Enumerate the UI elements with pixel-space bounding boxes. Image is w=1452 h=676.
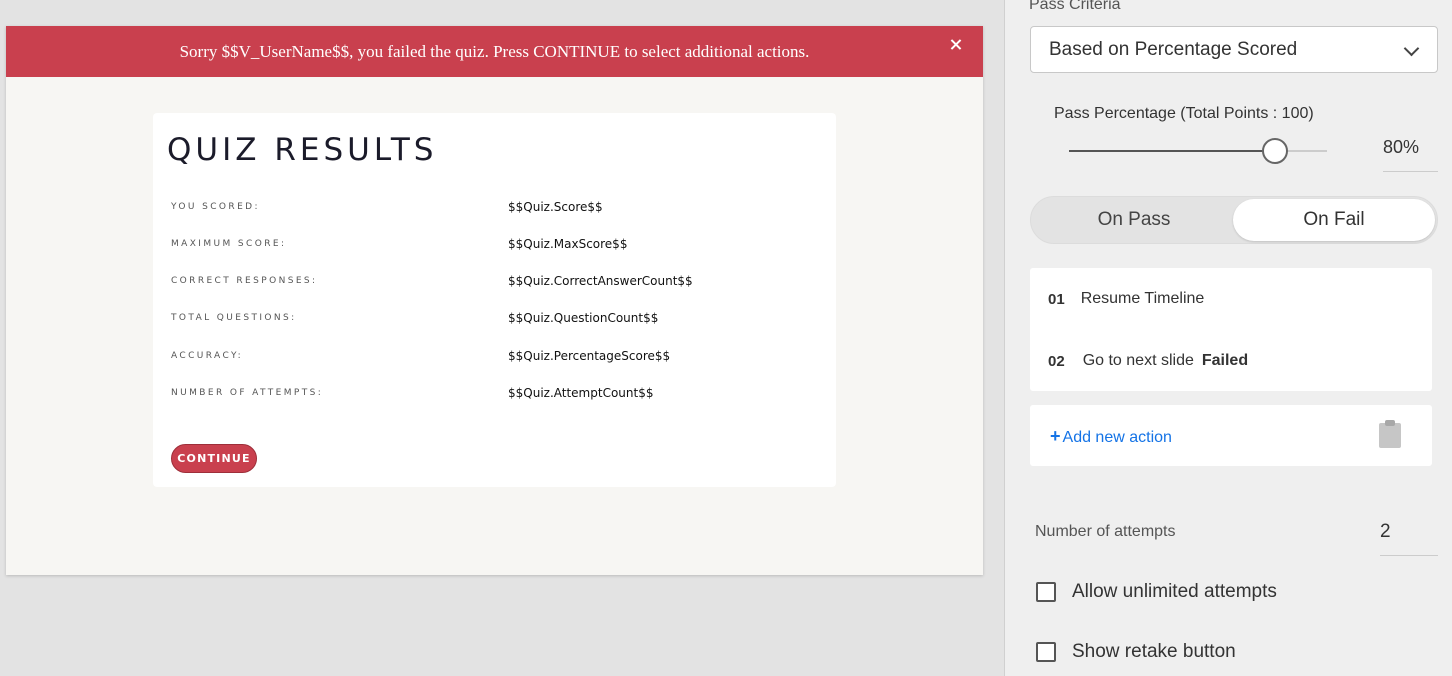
action-item-resume-timeline[interactable]: 01 Resume Timeline <box>1048 290 1204 308</box>
row-label: CORRECT RESPONSES: <box>171 276 318 286</box>
close-icon[interactable] <box>949 38 963 52</box>
row-label: YOU SCORED: <box>171 202 260 212</box>
unlimited-attempts-label: Allow unlimited attempts <box>1072 581 1277 602</box>
attempts-underline <box>1380 555 1438 556</box>
result-row-max-score: MAXIMUM SCORE: $$Quiz.MaxScore$$ <box>171 234 811 254</box>
pass-percentage-slider[interactable] <box>1069 138 1327 164</box>
pass-percentage-label: Pass Percentage (Total Points : 100) <box>1054 105 1314 122</box>
add-new-action-label: Add new action <box>1062 429 1172 446</box>
retake-button-checkbox[interactable] <box>1036 642 1056 662</box>
result-row-accuracy: ACCURACY: $$Quiz.PercentageScore$$ <box>171 346 811 366</box>
result-row-attempts: NUMBER OF ATTEMPTS: $$Quiz.AttemptCount$… <box>171 383 811 403</box>
row-label: ACCURACY: <box>171 351 244 361</box>
row-label: MAXIMUM SCORE: <box>171 239 287 249</box>
action-text: Go to next slide <box>1082 352 1194 369</box>
row-value: $$Quiz.QuestionCount$$ <box>508 311 659 325</box>
tab-on-fail[interactable]: On Fail <box>1233 199 1435 241</box>
chevron-down-icon <box>1403 40 1420 57</box>
pass-fail-toggle: On Pass On Fail <box>1030 196 1438 244</box>
action-number: 02 <box>1048 352 1065 370</box>
action-text: Resume Timeline <box>1080 290 1205 307</box>
unlimited-attempts-option[interactable]: Allow unlimited attempts <box>1036 581 1277 603</box>
slide-preview: Sorry $$V_UserName$$, you failed the qui… <box>6 26 983 575</box>
attempts-input[interactable]: 2 <box>1380 521 1391 543</box>
clipboard-icon[interactable] <box>1379 420 1401 448</box>
row-value: $$Quiz.Score$$ <box>508 200 603 214</box>
pass-criteria-label: Pass Criteria <box>1029 0 1121 13</box>
attempts-label: Number of attempts <box>1035 523 1176 540</box>
row-value: $$Quiz.CorrectAnswerCount$$ <box>508 274 693 288</box>
quiz-results-card: QUIZ RESULTS YOU SCORED: $$Quiz.Score$$ … <box>153 113 836 487</box>
row-value: $$Quiz.PercentageScore$$ <box>508 349 671 363</box>
row-label: TOTAL QUESTIONS: <box>171 313 297 323</box>
slider-thumb[interactable] <box>1262 138 1288 164</box>
row-value: $$Quiz.AttemptCount$$ <box>508 386 654 400</box>
continue-button[interactable]: CONTINUE <box>171 444 257 473</box>
fail-banner-text: Sorry $$V_UserName$$, you failed the qui… <box>179 41 810 61</box>
pass-criteria-select[interactable]: Based on Percentage Scored <box>1030 26 1438 73</box>
unlimited-attempts-checkbox[interactable] <box>1036 582 1056 602</box>
row-label: NUMBER OF ATTEMPTS: <box>171 388 324 398</box>
pass-percentage-underline <box>1383 171 1438 172</box>
result-row-score: YOU SCORED: $$Quiz.Score$$ <box>171 197 811 217</box>
result-row-total-questions: TOTAL QUESTIONS: $$Quiz.QuestionCount$$ <box>171 308 811 328</box>
add-new-action-button[interactable]: + Add new action <box>1050 426 1172 447</box>
quiz-properties-panel: Pass Criteria Based on Percentage Scored… <box>1004 0 1452 676</box>
pass-percentage-value[interactable]: 80% <box>1383 137 1419 158</box>
retake-button-label: Show retake button <box>1072 641 1236 662</box>
action-item-go-to-next-slide[interactable]: 02 Go to next slide Failed <box>1048 352 1248 370</box>
result-row-correct: CORRECT RESPONSES: $$Quiz.CorrectAnswerC… <box>171 271 811 291</box>
fail-banner: Sorry $$V_UserName$$, you failed the qui… <box>6 26 983 77</box>
slider-fill <box>1069 150 1275 152</box>
pass-criteria-value: Based on Percentage Scored <box>1049 38 1298 60</box>
actions-list: 01 Resume Timeline 02 Go to next slide F… <box>1030 268 1432 391</box>
row-value: $$Quiz.MaxScore$$ <box>508 237 628 251</box>
plus-icon: + <box>1050 426 1061 446</box>
add-action-card: + Add new action <box>1030 405 1432 466</box>
tab-on-pass[interactable]: On Pass <box>1033 199 1235 241</box>
retake-button-option[interactable]: Show retake button <box>1036 641 1236 663</box>
action-target: Failed <box>1201 352 1249 369</box>
action-number: 01 <box>1048 290 1065 308</box>
quiz-results-title: QUIZ RESULTS <box>167 132 438 168</box>
